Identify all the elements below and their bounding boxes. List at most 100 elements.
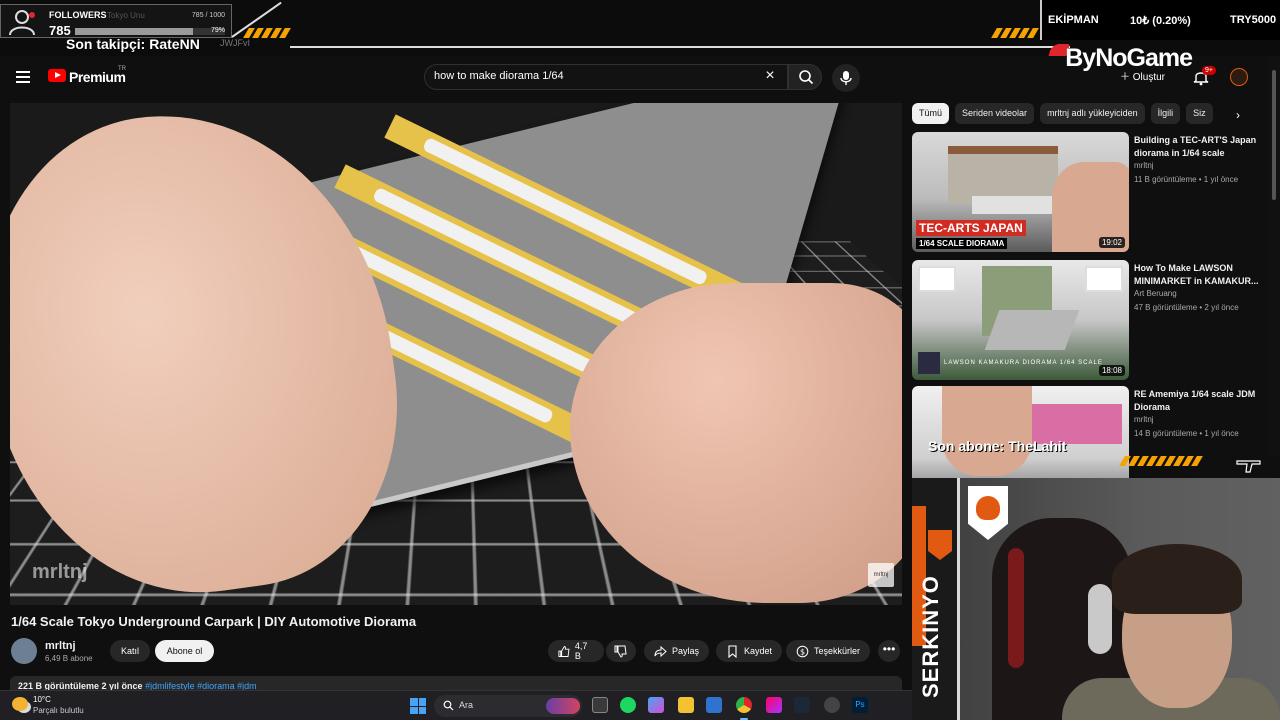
share-label: Paylaş: [672, 646, 699, 656]
followers-progress-fill: [75, 28, 193, 35]
recommendation-channel[interactable]: mrltnj: [1134, 415, 1154, 424]
streamer-hair: [1112, 544, 1242, 614]
channel-watermark-logo[interactable]: mrltnj: [868, 563, 894, 587]
followers-percent: 79%: [211, 27, 225, 34]
photoshop-icon[interactable]: Ps: [852, 697, 868, 713]
search-icon: [443, 700, 454, 711]
channel-avatar[interactable]: [11, 638, 37, 664]
thanks-label: Teşekkürler: [814, 646, 860, 656]
voice-search-button[interactable]: [832, 64, 860, 92]
chip-series[interactable]: Seriden videolar: [955, 103, 1034, 124]
microphone-icon: [839, 70, 853, 86]
stock-price: TRY5000: [1230, 14, 1276, 26]
chip-you[interactable]: Siz: [1186, 103, 1213, 124]
stock-ticker: EKİPMAN 10₺ (0.20%) TRY5000: [1040, 0, 1280, 40]
channel-name[interactable]: mrltnj: [45, 640, 76, 652]
thumbnail-subtitle: 1/64 SCALE DIORAMA: [916, 238, 1007, 249]
chip-related[interactable]: İlgili: [1151, 103, 1181, 124]
recommendation-title[interactable]: RE Amemiya 1/64 scale JDM Diorama: [1134, 388, 1259, 414]
save-label: Kaydet: [744, 646, 772, 656]
video-player[interactable]: mrltnj mrltnj: [10, 103, 902, 605]
hazard-stripes: [1122, 456, 1200, 466]
brand-label[interactable]: Premium: [69, 69, 125, 85]
rifle-icon: [1236, 456, 1264, 474]
like-count: 4,7 B: [575, 641, 594, 661]
clear-search-icon[interactable]: ×: [762, 68, 778, 84]
store-icon[interactable]: [706, 697, 722, 713]
taskbar-search[interactable]: Ara: [434, 695, 582, 717]
recommendation-title[interactable]: How To Make LAWSON MINIMARKET in KAMAKUR…: [1134, 262, 1259, 288]
chip-uploader[interactable]: mrltnj adlı yükleyiciden: [1040, 103, 1145, 124]
subscriber-count: 6,49 B abone: [45, 654, 93, 663]
followers-widget: FOLLOWERS Tokyo Unu 785 785 / 1000 79%: [0, 4, 232, 38]
last-subscriber-label: Son abone: TheLahit: [928, 438, 1066, 454]
user-icon: [7, 7, 37, 37]
subscribe-button[interactable]: Abone ol: [155, 640, 214, 662]
last-follower-label: Son takipçi: RateNN: [66, 36, 200, 52]
recommendation-channel[interactable]: Art Beruang: [1134, 289, 1177, 298]
chip-all[interactable]: Tümü: [912, 103, 949, 124]
thanks-button[interactable]: $ Teşekkürler: [786, 640, 870, 662]
stock-name: EKİPMAN: [1048, 14, 1099, 26]
join-button[interactable]: Katıl: [110, 640, 150, 662]
thumbs-up-icon: [558, 645, 570, 658]
copilot-icon[interactable]: [648, 697, 664, 713]
hazard-stripes: [994, 28, 1036, 38]
more-actions-button[interactable]: •••: [878, 640, 900, 662]
recommendation-item[interactable]: LAWSON KAMAKURA DIORAMA 1/64 SCALE 18:08…: [912, 260, 1252, 380]
windows-taskbar: 10°C Parçalı bulutlu Ara Ps: [0, 690, 912, 720]
obs-icon[interactable]: [766, 697, 782, 713]
app-icon[interactable]: [824, 697, 840, 713]
hamburger-menu-icon[interactable]: [16, 71, 30, 83]
dislike-button[interactable]: [606, 640, 636, 662]
sponsor-logo: ByNoGame: [1065, 44, 1192, 73]
search-icon: [798, 69, 814, 85]
chevron-right-icon[interactable]: ›: [1236, 108, 1240, 122]
chrome-icon[interactable]: [736, 697, 752, 713]
streamer-name: SERKINYO: [918, 575, 944, 698]
recommendation-thumbnail[interactable]: TEC-ARTS JAPAN 1/64 SCALE DIORAMA 19:02: [912, 132, 1129, 252]
search-button[interactable]: [788, 64, 822, 90]
task-view-icon[interactable]: [592, 697, 608, 713]
url-fragment: JWJFvI: [220, 38, 250, 48]
steam-icon[interactable]: [794, 697, 810, 713]
chair-accent: [1008, 548, 1024, 668]
share-button[interactable]: Paylaş: [644, 640, 709, 662]
file-explorer-icon[interactable]: [678, 697, 694, 713]
thumbnail-caption: LAWSON KAMAKURA DIORAMA 1/64 SCALE: [944, 360, 1103, 366]
recommendation-thumbnail[interactable]: LAWSON KAMAKURA DIORAMA 1/64 SCALE 18:08: [912, 260, 1129, 380]
filter-chips: Tümü Seriden videolar mrltnj adlı yükley…: [912, 103, 1252, 125]
search-input[interactable]: [434, 70, 744, 82]
stock-change: 10₺ (0.20%): [1130, 14, 1191, 27]
thumbnail-title: TEC-ARTS JAPAN: [916, 220, 1026, 236]
recommendation-channel[interactable]: mrltnj: [1134, 161, 1154, 170]
notification-badge: 9+: [1202, 66, 1216, 75]
search-highlight-art: [546, 698, 580, 714]
bookmark-icon: [726, 645, 739, 658]
weather-description[interactable]: Parçalı bulutlu: [33, 706, 84, 715]
temperature[interactable]: 10°C: [33, 695, 51, 704]
recommendation-title[interactable]: Building a TEC-ART'S Japan diorama in 1/…: [1134, 134, 1259, 160]
save-button[interactable]: Kaydet: [716, 640, 782, 662]
video-title: 1/64 Scale Tokyo Underground Carpark | D…: [11, 614, 416, 629]
recommendation-item[interactable]: TEC-ARTS JAPAN 1/64 SCALE DIORAMA 19:02 …: [912, 132, 1252, 252]
duration-badge: 19:02: [1099, 237, 1125, 248]
video-watermark: mrltnj: [32, 561, 88, 584]
like-button[interactable]: 4,7 B: [548, 640, 604, 662]
windows-start-icon[interactable]: [410, 698, 426, 714]
followers-title: FOLLOWERS: [49, 10, 107, 20]
followers-goal: 785 / 1000: [192, 12, 225, 19]
spotify-icon[interactable]: [620, 697, 636, 713]
thumbs-down-icon: [614, 645, 627, 658]
account-avatar[interactable]: [1230, 68, 1248, 86]
region-label: TR: [118, 66, 126, 72]
partly-cloudy-icon[interactable]: [12, 697, 28, 711]
webcam-feed: [912, 478, 1280, 720]
svg-text:$: $: [800, 647, 805, 656]
scrollbar[interactable]: [1268, 56, 1280, 456]
followers-progress-bar: [75, 28, 225, 35]
headphones: [1088, 584, 1112, 654]
recommendation-meta: 11 B görüntüleme • 1 yıl önce: [1134, 175, 1238, 184]
taskbar-search-label: Ara: [459, 700, 473, 710]
youtube-logo-icon[interactable]: [48, 69, 66, 82]
